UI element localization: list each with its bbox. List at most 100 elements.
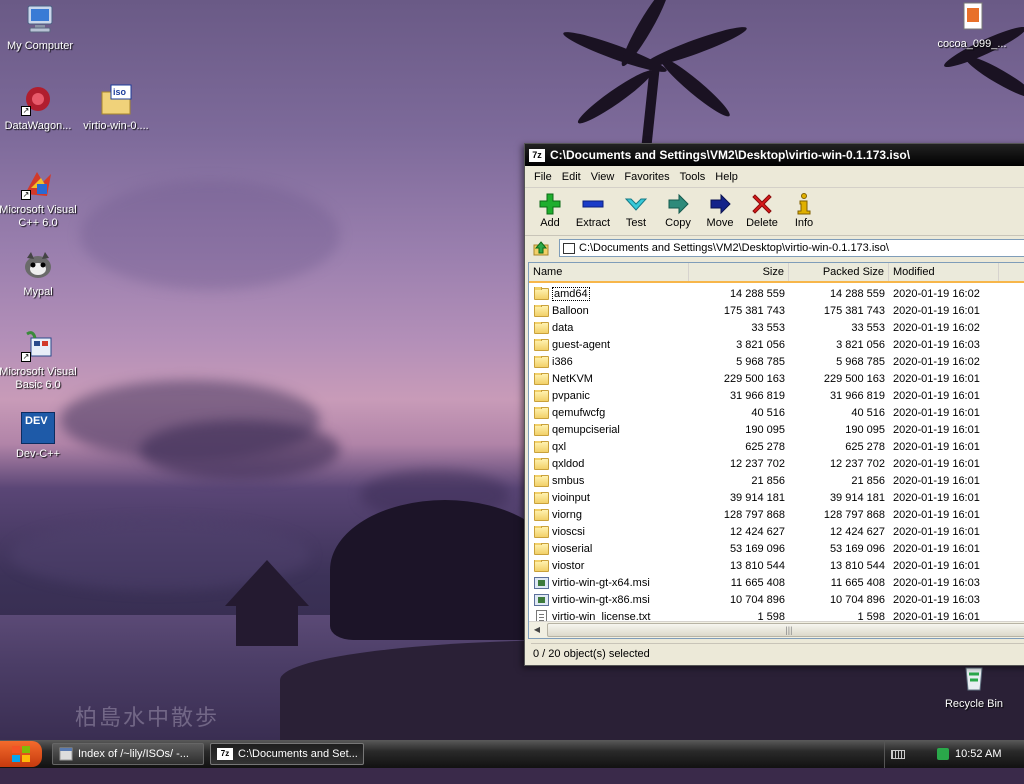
plus-icon [529,191,571,217]
file-row[interactable]: Balloon 175 381 743 175 381 743 2020-01-19 … [529,302,1024,319]
file-size: 13 810 544 [729,559,785,572]
extract-button[interactable]: Extract [571,188,615,235]
7zip-icon: 7z [217,748,233,760]
delete-label: Delete [746,217,778,229]
folder-icon [534,355,549,368]
scroll-thumb[interactable]: ||| [546,623,1024,637]
file-row[interactable]: data 33 553 33 553 2020-01-19 16:02 [529,319,1024,336]
network-icon[interactable] [937,748,949,760]
file-name-cell: data [529,321,689,334]
file-list[interactable]: Name Size Packed Size Modified amd64 14 2… [528,262,1024,639]
start-button[interactable] [0,741,42,767]
file-row[interactable]: virtio-win-gt-x64.msi 11 665 408 11 665 40… [529,574,1024,591]
folder-icon [534,474,549,487]
file-name: qxl [552,440,567,453]
file-name: qemufwcfg [552,406,606,419]
file-row[interactable]: viostor 13 810 544 13 810 544 2020-01-19 16… [529,557,1024,574]
file-size: 190 095 [745,423,785,436]
column-name[interactable]: Name [529,263,689,281]
minus-icon [571,191,615,217]
file-size: 12 424 627 [729,525,785,538]
file-name-cell: virtio-win-gt-x64.msi [529,576,689,589]
file-row[interactable]: i386 5 968 785 5 968 785 2020-01-19 16:02 [529,353,1024,370]
file-name-cell: smbus [529,474,689,487]
file-row[interactable]: qemufwcfg 40 516 40 516 2020-01-19 16:01 [529,404,1024,421]
file-packed-size: 21 856 [851,474,885,487]
horizontal-scrollbar[interactable]: ◀ ||| [529,621,1024,638]
taskbar-item-7zip[interactable]: 7z C:\Documents and Set... [210,743,364,765]
7zip-window[interactable]: 7z C:\Documents and Settings\VM2\Desktop… [524,143,1024,666]
menu-help[interactable]: Help [710,171,743,183]
desktop-icon-label: Microsoft Visual C++ 6.0 [0,204,77,229]
column-packed-size[interactable]: Packed Size [789,263,889,281]
menu-edit[interactable]: Edit [557,171,586,183]
title-bar[interactable]: 7z C:\Documents and Settings\VM2\Desktop… [525,144,1024,166]
devcpp-icon: DEV [21,412,55,444]
file-row[interactable]: vioserial 53 169 096 53 169 096 2020-01-19 … [529,540,1024,557]
column-size[interactable]: Size [689,263,789,281]
7zip-app-icon: 7z [529,148,545,162]
desktop-icon-cocoa[interactable]: cocoa_099_... [932,2,1012,51]
menu-favorites[interactable]: Favorites [619,171,674,183]
desktop-icon-visual-basic[interactable]: ↗ Microsoft Visual Basic 6.0 [0,330,78,392]
up-folder-button[interactable] [531,239,551,257]
menu-file[interactable]: File [529,171,557,183]
extract-label: Extract [575,217,611,229]
desktop-icon-label: Dev-C++ [15,448,61,460]
file-row[interactable]: virtio-win-gt-x86.msi 10 704 896 10 704 89… [529,591,1024,608]
column-modified[interactable]: Modified [889,263,999,281]
test-button[interactable]: Test [615,188,657,235]
file-row[interactable]: qemupciserial 190 095 190 095 2020-01-19 16… [529,421,1024,438]
desktop-icon-virtio-iso[interactable]: iso virtio-win-0.... [76,84,156,133]
file-size: 53 169 096 [729,542,785,555]
file-name: data [552,321,574,334]
clock[interactable]: 10:52 AM [955,748,1001,760]
keyboard-icon[interactable] [891,749,905,759]
file-row[interactable]: pvpanic 31 966 819 31 966 819 2020-01-19 16… [529,387,1024,404]
file-modified: 2020-01-19 16:01 [893,474,980,487]
menu-tools[interactable]: Tools [675,171,711,183]
file-name: guest-agent [552,338,611,351]
taskbar-item-label: Index of /~lily/ISOs/ -... [78,748,189,760]
file-packed-size: 229 500 163 [823,372,885,385]
devcpp-badge: DEV [25,415,48,427]
info-button[interactable]: Info [783,188,825,235]
file-row[interactable]: NetKVM 229 500 163 229 500 163 2020-01-19 1… [529,370,1024,387]
folder-icon [534,440,549,453]
file-modified: 2020-01-19 16:03 [893,593,980,606]
address-bar: C:\Documents and Settings\VM2\Desktop\vi… [525,236,1024,260]
add-button[interactable]: Add [529,188,571,235]
visual-cpp-icon: ↗ [21,168,55,200]
wallpaper-watermark: 柏島水中散歩 [75,706,220,731]
desktop-icon-visual-cpp[interactable]: ↗ Microsoft Visual C++ 6.0 [0,168,78,230]
folder-icon [534,338,549,351]
file-modified: 2020-01-19 16:01 [893,508,980,521]
file-row[interactable]: qxl 625 278 625 278 2020-01-19 16:01 [529,438,1024,455]
file-row[interactable]: amd64 14 288 559 14 288 559 2020-01-19 16:0… [529,285,1024,302]
move-button[interactable]: Move [699,188,741,235]
address-text: C:\Documents and Settings\VM2\Desktop\vi… [579,242,889,254]
file-row[interactable]: viorng 128 797 868 128 797 868 2020-01-19 1… [529,506,1024,523]
file-row[interactable]: vioscsi 12 424 627 12 424 627 2020-01-19 16… [529,523,1024,540]
file-row[interactable]: vioinput 39 914 181 39 914 181 2020-01-19 1… [529,489,1024,506]
desktop-icon-datawagon[interactable]: ↗ DataWagon... [0,84,78,133]
delete-button[interactable]: Delete [741,188,783,235]
taskbar-item-browser[interactable]: Index of /~lily/ISOs/ -... [52,743,204,765]
file-size: 229 500 163 [723,372,785,385]
file-size: 175 381 743 [723,304,785,317]
file-packed-size: 13 810 544 [829,559,885,572]
copy-button[interactable]: Copy [657,188,699,235]
file-row[interactable]: smbus 21 856 21 856 2020-01-19 16:01 [529,472,1024,489]
address-field[interactable]: C:\Documents and Settings\VM2\Desktop\vi… [559,239,1024,257]
desktop-icon-my-computer[interactable]: My Computer [0,4,80,53]
menu-view[interactable]: View [586,171,620,183]
desktop-icon-devcpp[interactable]: DEV Dev-C++ [0,412,78,461]
desktop-icon-mypal[interactable]: Mypal [0,250,78,299]
datawagon-icon: ↗ [21,84,55,116]
file-row[interactable]: qxldod 12 237 702 12 237 702 2020-01-19 16:… [529,455,1024,472]
file-packed-size: 5 968 785 [836,355,885,368]
folder-icon [534,304,549,317]
list-header: Name Size Packed Size Modified [529,263,1024,283]
file-row[interactable]: guest-agent 3 821 056 3 821 056 2020-01-19 … [529,336,1024,353]
scroll-left-icon[interactable]: ◀ [529,622,545,638]
